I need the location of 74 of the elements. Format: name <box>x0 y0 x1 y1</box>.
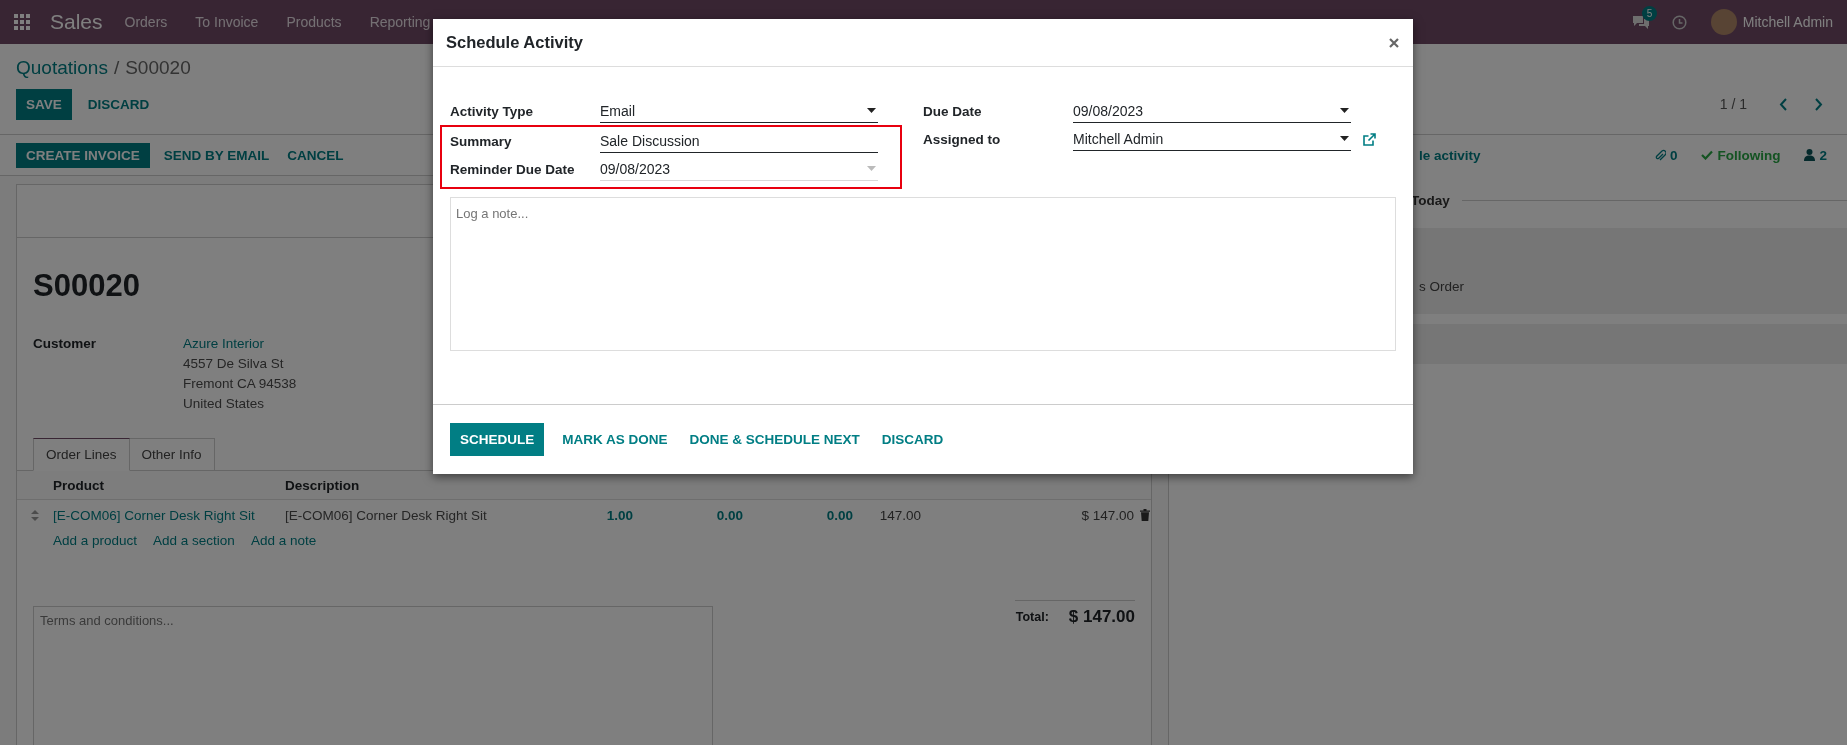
total-label: Total: <box>1015 610 1049 624</box>
tab[interactable]: Order Lines <box>33 438 130 471</box>
table-cell-text: 147.00 <box>878 507 921 523</box>
field-label: Summary <box>450 133 513 149</box>
record-title: S00020 <box>33 268 141 304</box>
caret-icon <box>867 166 876 171</box>
menu-item[interactable]: Reporting <box>369 14 431 30</box>
person-icon <box>1804 149 1816 161</box>
column-header[interactable]: Description <box>285 477 535 493</box>
dialog-button[interactable]: DISCARD <box>877 424 948 455</box>
clock-icon[interactable] <box>1671 14 1687 30</box>
date-separator: Today <box>1411 192 1450 208</box>
menu-item[interactable]: Orders <box>124 14 168 30</box>
caret-icon <box>867 108 876 113</box>
user-name[interactable]: Mitchell Admin <box>1742 14 1833 30</box>
drag-handle-icon[interactable] <box>31 509 39 521</box>
apps-menu-icon[interactable] <box>14 14 30 30</box>
total-amount: $ 147.00 <box>1068 607 1135 627</box>
breadcrumb-separator: / <box>113 57 120 79</box>
attachment-count[interactable]: 0 <box>1653 147 1678 163</box>
table-cell-text: $ 147.00 <box>1080 507 1134 523</box>
note-field[interactable]: Log a note... <box>450 197 1396 351</box>
action-button[interactable]: SEND BY EMAIL <box>159 139 274 171</box>
table-cell-text: 0.00 <box>715 507 743 523</box>
next-icon[interactable] <box>1814 97 1823 111</box>
field-label: Reminder Due Date <box>450 161 576 177</box>
field-label: Assigned to <box>923 131 1002 147</box>
table-cell-text: [E-COM06] Corner Desk Right Sit <box>285 507 488 523</box>
app-name[interactable]: Sales <box>50 10 103 34</box>
field-label: Customer <box>33 335 97 353</box>
table-cell-text: [E-COM06] Corner Desk Right Sit <box>53 507 256 523</box>
form-button[interactable]: SAVE <box>16 88 72 120</box>
table-cell-text: 0.00 <box>825 507 853 523</box>
dialog-button[interactable]: SCHEDULE <box>450 423 545 456</box>
paperclip-icon <box>1653 148 1666 162</box>
select-field[interactable]: Email <box>600 99 878 123</box>
close-icon[interactable] <box>1389 37 1399 48</box>
form-button[interactable]: DISCARD <box>83 88 154 120</box>
menu-item[interactable]: Products <box>286 14 342 30</box>
following-button[interactable]: Following <box>1701 147 1781 163</box>
breadcrumb-link[interactable]: Quotations <box>16 57 108 79</box>
address-line: 4557 De Silva St <box>183 355 285 373</box>
add-line-link[interactable]: Add a product <box>53 532 138 548</box>
input-field[interactable]: Sale Discussion <box>600 129 878 153</box>
table-cell-text: 1.00 <box>605 507 633 523</box>
avatar[interactable] <box>1710 9 1737 35</box>
schedule-activity-link[interactable]: le activity <box>1419 147 1481 163</box>
field-label: Due Date <box>923 103 983 119</box>
menu-item[interactable]: To Invoice <box>195 14 259 30</box>
message-text: s Order <box>1419 279 1464 294</box>
action-button[interactable]: CREATE INVOICE <box>16 142 150 168</box>
dialog-title: Schedule Activity <box>446 33 583 52</box>
pager: 1 / 1 <box>1719 96 1747 112</box>
message-count: 5 <box>1641 5 1658 21</box>
address-line: United States <box>183 395 266 413</box>
follower-count[interactable]: 2 <box>1804 147 1827 163</box>
select-field[interactable]: 09/08/2023 <box>1073 99 1351 123</box>
add-line-link[interactable]: Add a note <box>250 532 317 548</box>
breadcrumb-current: S00020 <box>125 57 191 79</box>
address-line: Fremont CA 94538 <box>183 375 298 393</box>
terms-field[interactable]: Terms and conditions... <box>33 606 713 745</box>
check-icon <box>1701 150 1714 160</box>
trash-icon[interactable] <box>1140 509 1150 521</box>
select-field[interactable]: Mitchell Admin <box>1073 127 1351 151</box>
dialog-button[interactable]: DONE & SCHEDULE NEXT <box>685 424 864 455</box>
column-header[interactable]: Product <box>53 477 285 493</box>
action-button[interactable]: CANCEL <box>283 139 348 171</box>
field-label: Activity Type <box>450 103 535 119</box>
dialog-button[interactable]: MARK AS DONE <box>558 424 672 455</box>
caret-icon <box>1340 108 1349 113</box>
add-line-link[interactable]: Add a section <box>153 532 235 548</box>
select-field[interactable]: 09/08/2023 <box>600 157 878 181</box>
previous-icon[interactable] <box>1779 97 1788 111</box>
external-link-icon[interactable] <box>1363 132 1376 146</box>
